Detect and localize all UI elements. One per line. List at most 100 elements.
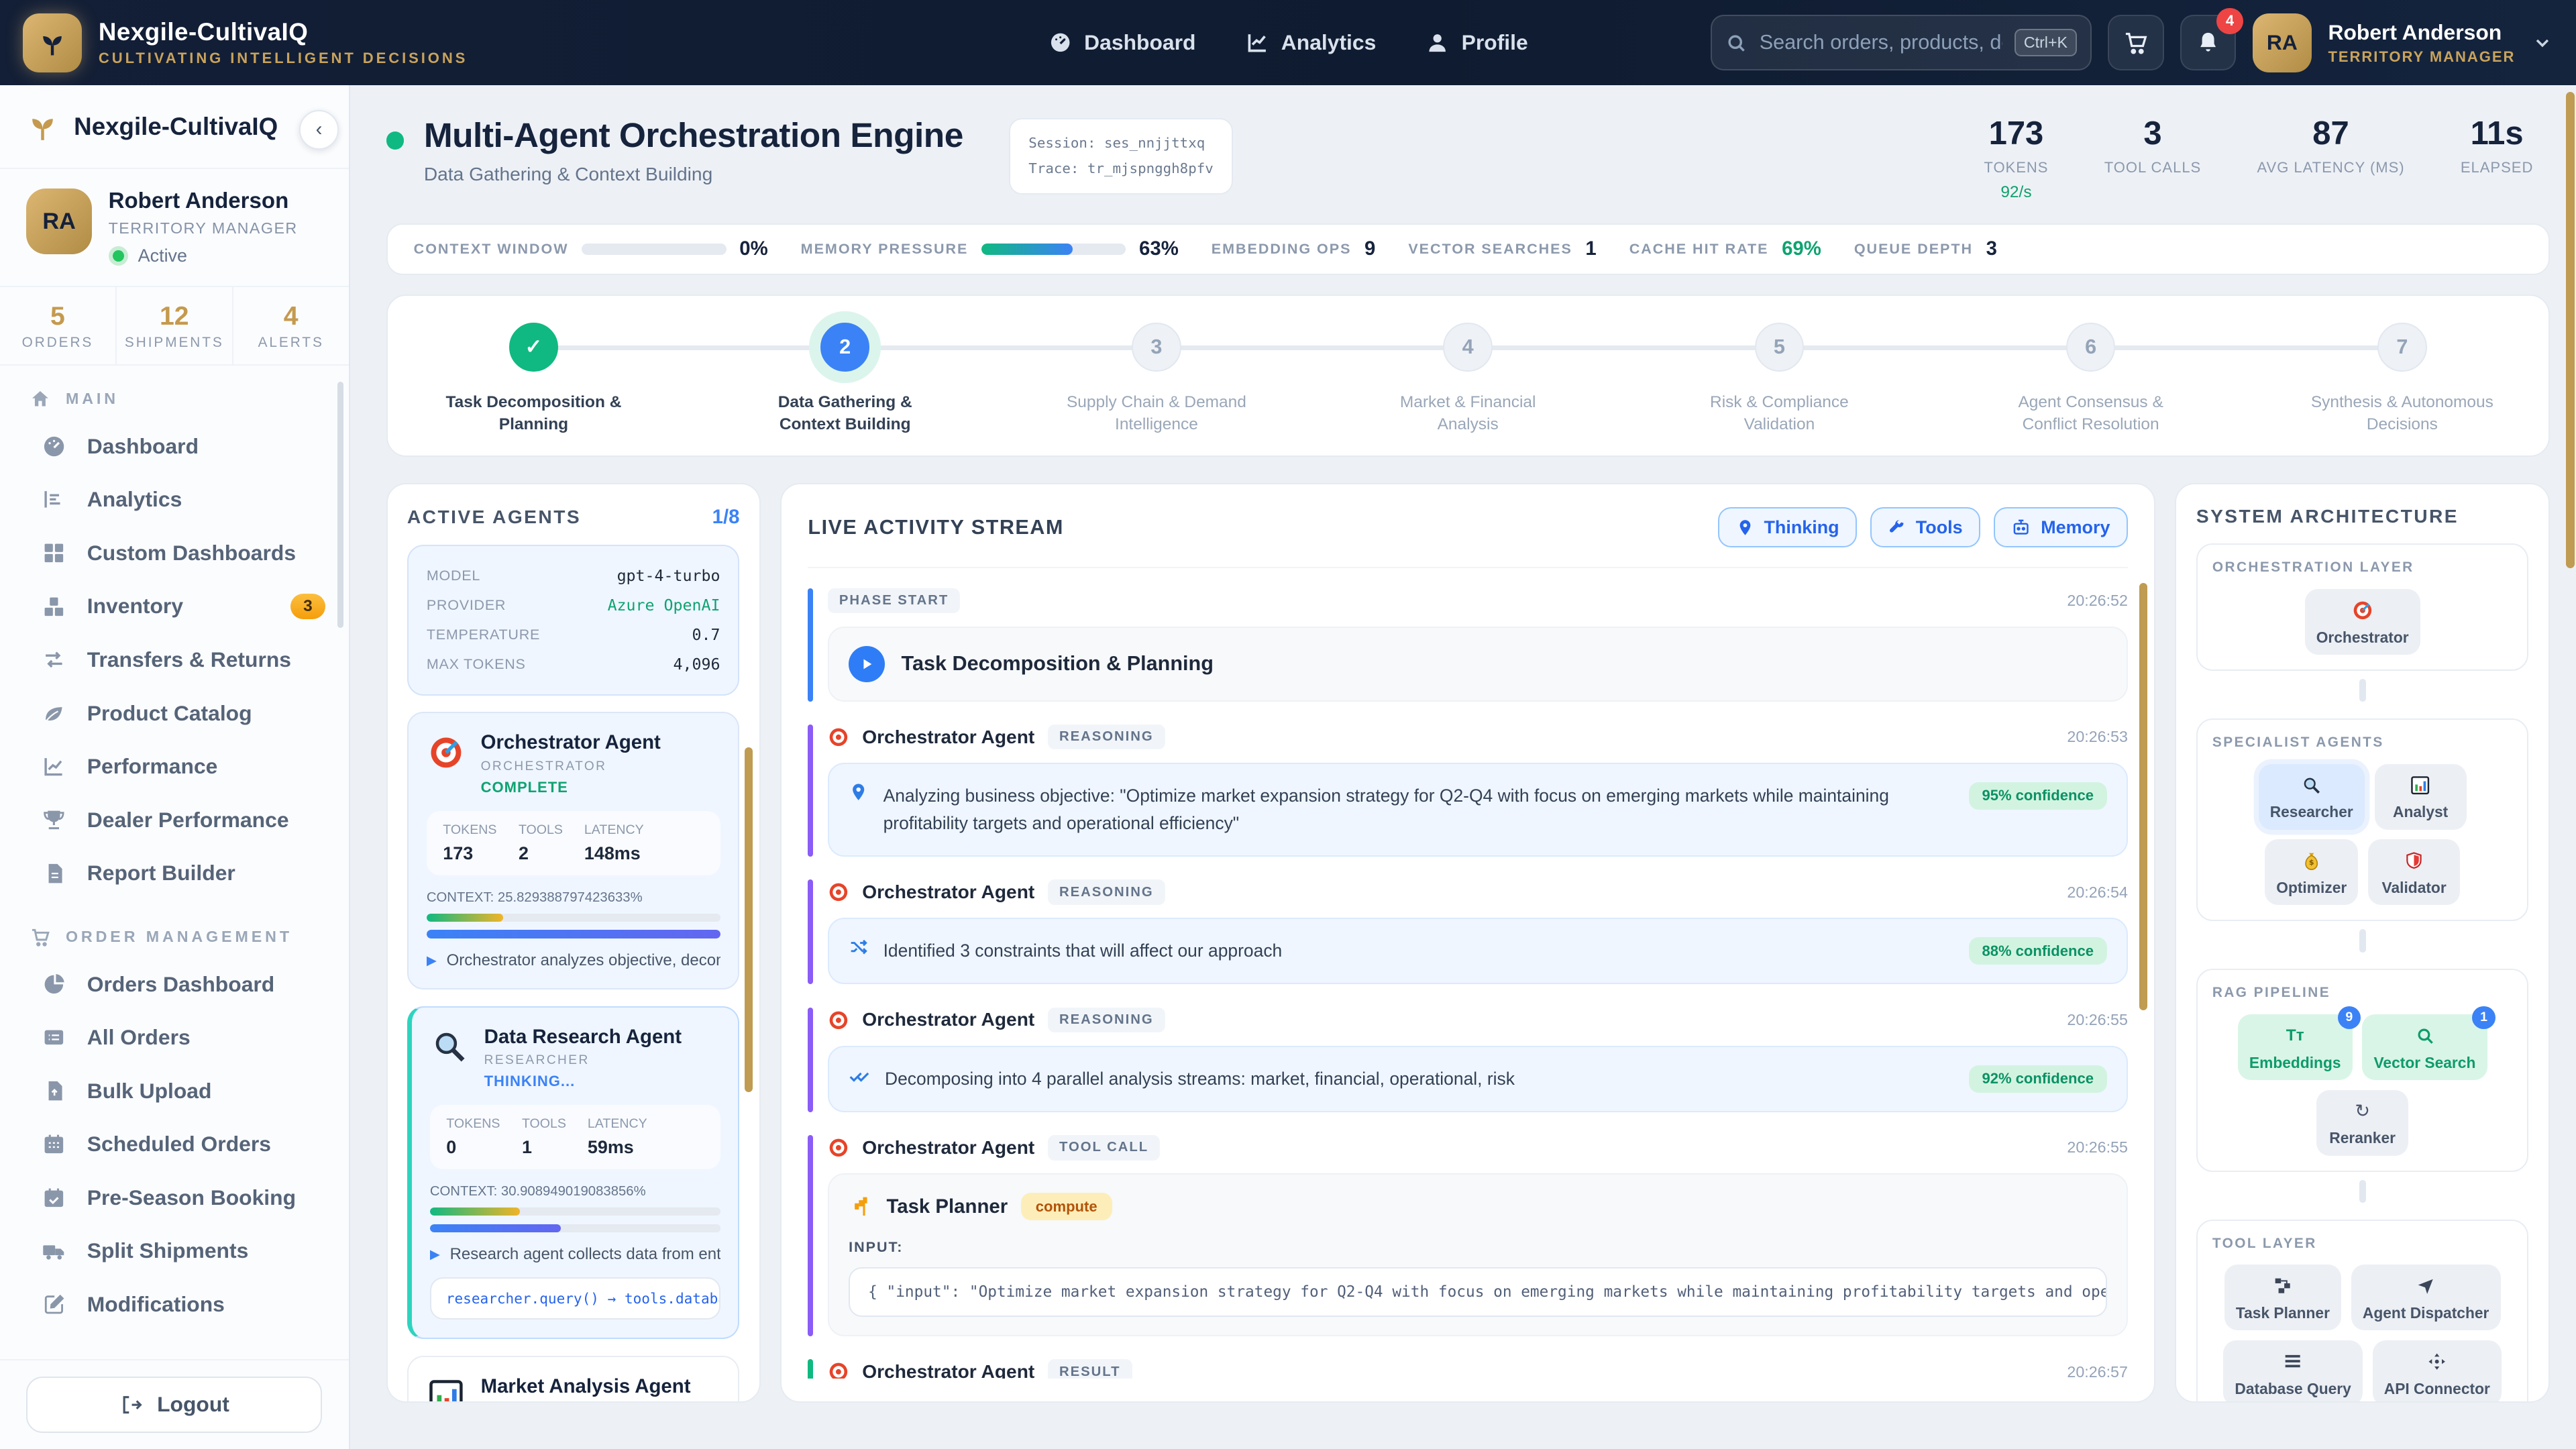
sidebar-item-split-shipments[interactable]: Split Shipments: [0, 1224, 349, 1278]
node-database-query[interactable]: Database Query: [2223, 1340, 2363, 1403]
notifications-button[interactable]: 4: [2180, 15, 2236, 70]
line-chart-icon: [41, 754, 67, 779]
sidebar-collapse-button[interactable]: ‹: [299, 110, 339, 150]
node-optimizer[interactable]: $ Optimizer: [2265, 839, 2358, 905]
nav-item-label: Profile: [1462, 30, 1528, 55]
sidebar-item-dealer-performance[interactable]: Dealer Performance: [0, 793, 349, 847]
tool-name: Task Planner: [886, 1195, 1008, 1218]
stat-tool-calls: 3 TOOL CALLS: [2104, 115, 2202, 202]
pipeline-step-7[interactable]: 7 Synthesis & Autonomous Decisions: [2305, 323, 2499, 436]
pipeline-step-1[interactable]: ✓ Task Decomposition & Planning: [437, 323, 631, 436]
sidebar-item-product-catalog[interactable]: Product Catalog: [0, 686, 349, 740]
architecture-title: SYSTEM ARCHITECTURE: [2196, 506, 2529, 527]
sidebar-item-modifications[interactable]: Modifications: [0, 1278, 349, 1332]
entry-badge: REASONING: [1048, 1008, 1165, 1033]
sidebar-item-dashboard[interactable]: Dashboard: [0, 419, 349, 473]
logout-icon: [119, 1393, 142, 1416]
double-check-icon: [849, 1065, 870, 1087]
sidebar-item-report-builder[interactable]: Report Builder: [0, 847, 349, 900]
pipeline-step-3[interactable]: 3 Supply Chain & Demand Intelligence: [1059, 323, 1253, 436]
nav-item-analytics[interactable]: Analytics: [1245, 30, 1376, 55]
session-info: Session: ses_nnjjttxq Trace: tr_mjspnggh…: [1009, 118, 1232, 194]
sidebar-item-bulk-upload[interactable]: Bulk Upload: [0, 1064, 349, 1118]
boxes-icon: [41, 594, 67, 619]
section-order-management: ORDER MANAGEMENT: [0, 913, 349, 957]
money-bag-icon: $: [2276, 849, 2347, 872]
sidebar-item-orders-dashboard[interactable]: Orders Dashboard: [0, 957, 349, 1011]
chevron-down-icon[interactable]: [2532, 32, 2553, 54]
magnifier-icon: [430, 1026, 470, 1091]
specialist-agents-box: SPECIALIST AGENTS Researcher Analyst $: [2196, 718, 2529, 921]
activity-stream-panel: LIVE ACTIVITY STREAM Thinking Tools M: [780, 483, 2155, 1403]
agent-status: THINKING...: [484, 1073, 682, 1090]
stat-elapsed: 11s ELAPSED: [2461, 115, 2534, 202]
sidebar-item-performance[interactable]: Performance: [0, 740, 349, 794]
search-input[interactable]: [1760, 31, 2003, 54]
sidebar-item-custom-dashboards[interactable]: Custom Dashboards: [0, 527, 349, 580]
sidebar-brand: Nexgile-CultivaIQ: [74, 113, 278, 141]
sidebar-item-analytics[interactable]: Analytics: [0, 473, 349, 527]
node-vector-search[interactable]: 1 Vector Search: [2362, 1014, 2487, 1080]
node-task-planner[interactable]: Task Planner: [2224, 1265, 2341, 1330]
agent-stats: TOKENSTOOLSLATENCY 1732148ms: [427, 811, 720, 875]
play-icon: [849, 646, 885, 682]
node-validator[interactable]: Validator: [2368, 839, 2460, 905]
target-icon: [828, 1137, 849, 1159]
stat-tokens: 173 TOKENS 92/s: [1984, 115, 2048, 202]
pipeline-step-2[interactable]: 2 Data Gathering & Context Building: [748, 323, 942, 436]
stat-alerts: 4 ALERTS: [232, 287, 349, 364]
top-navbar: Nexgile-CultivaIQ CULTIVATING INTELLIGEN…: [0, 0, 2576, 85]
node-researcher[interactable]: Researcher: [2259, 764, 2365, 830]
filter-thinking-button[interactable]: Thinking: [1718, 507, 1857, 547]
target-icon: [2316, 599, 2409, 622]
section-main: MAIN: [0, 375, 349, 419]
nav-item-profile[interactable]: Profile: [1426, 30, 1528, 55]
metric-vector-searches: VECTOR SEARCHES 1: [1408, 237, 1596, 260]
sidebar-item-all-orders[interactable]: All Orders: [0, 1011, 349, 1065]
pipeline-step-4[interactable]: 4 Market & Financial Analysis: [1371, 323, 1565, 436]
metric-queue-depth: QUEUE DEPTH 3: [1854, 237, 1997, 260]
filter-memory-button[interactable]: Memory: [1994, 507, 2128, 547]
metric-embedding-ops: EMBEDDING OPS 9: [1212, 237, 1376, 260]
leaf-icon: [41, 701, 67, 726]
pipeline-step-6[interactable]: 6 Agent Consensus & Conflict Resolution: [1994, 323, 2188, 436]
sidebar-item-pre-season-booking[interactable]: Pre-Season Booking: [0, 1171, 349, 1225]
entry-time: 20:26:54: [2067, 883, 2128, 902]
pipeline-step-5[interactable]: 5 Risk & Compliance Validation: [1682, 323, 1876, 436]
node-api-connector[interactable]: API Connector: [2373, 1340, 2502, 1403]
user-name: Robert Anderson: [2328, 20, 2515, 45]
sidebar-item-inventory[interactable]: Inventory 3: [0, 580, 349, 633]
window-scrollbar[interactable]: [2566, 92, 2574, 568]
agent-card-market-analysis[interactable]: Market Analysis Agent ANALYST IDLE TOKEN…: [407, 1356, 740, 1403]
node-reranker[interactable]: ↻ Reranker: [2316, 1090, 2408, 1156]
cart-button[interactable]: [2108, 15, 2163, 70]
target-icon: [828, 1010, 849, 1031]
node-embeddings[interactable]: 9 Tᴛ Embeddings: [2238, 1014, 2353, 1080]
cart-icon: [30, 926, 51, 948]
avatar[interactable]: RA: [2253, 13, 2312, 72]
sidebar-item-scheduled-orders[interactable]: Scheduled Orders: [0, 1118, 349, 1171]
node-agent-dispatcher[interactable]: Agent Dispatcher: [2351, 1265, 2501, 1330]
node-analyst[interactable]: Analyst: [2375, 764, 2467, 830]
four-arrows-icon: [2384, 1350, 2490, 1373]
nav-item-dashboard[interactable]: Dashboard: [1048, 30, 1195, 55]
entry-badge: REASONING: [1048, 724, 1165, 750]
sidebar-item-transfers-returns[interactable]: Transfers & Returns: [0, 633, 349, 687]
brand-logo: [23, 13, 82, 72]
list-icon: [41, 1025, 67, 1050]
live-status-dot: [386, 131, 405, 150]
agent-card-orchestrator[interactable]: Orchestrator Agent ORCHESTRATOR COMPLETE…: [407, 712, 740, 989]
activity-scrollbar[interactable]: [2139, 583, 2147, 1010]
agents-scrollbar[interactable]: [745, 747, 753, 1092]
file-upload-icon: [41, 1079, 67, 1102]
reasoning-text: Decomposing into 4 parallel analysis str…: [885, 1065, 1954, 1093]
agent-card-data-research[interactable]: Data Research Agent RESEARCHER THINKING.…: [407, 1006, 740, 1340]
max-tokens-value: 4,096: [674, 655, 720, 674]
filter-tools-button[interactable]: Tools: [1870, 507, 1980, 547]
logout-button[interactable]: Logout: [26, 1377, 322, 1432]
node-orchestrator[interactable]: Orchestrator: [2305, 589, 2420, 655]
nav-user-block[interactable]: Robert Anderson TERRITORY MANAGER: [2328, 20, 2515, 66]
sidebar-scrollbar[interactable]: [337, 382, 344, 628]
stat-shipments: 12 SHIPMENTS: [115, 287, 232, 364]
gauge-icon: [1048, 30, 1073, 55]
